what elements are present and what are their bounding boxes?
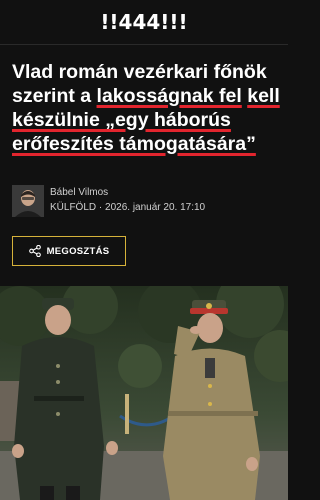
- headline-highlight-1: lakosságnak fel: [96, 85, 242, 107]
- site-logo[interactable]: !!444!!!: [100, 10, 187, 34]
- header-divider: [0, 44, 288, 45]
- hero-photo: [0, 286, 288, 500]
- share-button-label: MEGOSZTÁS: [46, 245, 110, 257]
- author-avatar[interactable]: [12, 185, 44, 217]
- share-icon: [28, 245, 41, 257]
- avatar-image: [12, 185, 44, 217]
- author-name[interactable]: Bábel Vilmos: [50, 187, 108, 198]
- article-hero-image[interactable]: [0, 286, 288, 500]
- site-header: !!444!!!: [0, 0, 288, 44]
- article-headline: Vlad román vezérkari főnök szerint a lak…: [12, 60, 280, 156]
- share-button[interactable]: MEGOSZTÁS: [12, 236, 126, 266]
- article-byline: Bábel Vilmos KÜLFÖLD · 2026. január 20. …: [12, 185, 280, 217]
- article-meta: KÜLFÖLD · 2026. január 20. 17:10: [50, 202, 206, 213]
